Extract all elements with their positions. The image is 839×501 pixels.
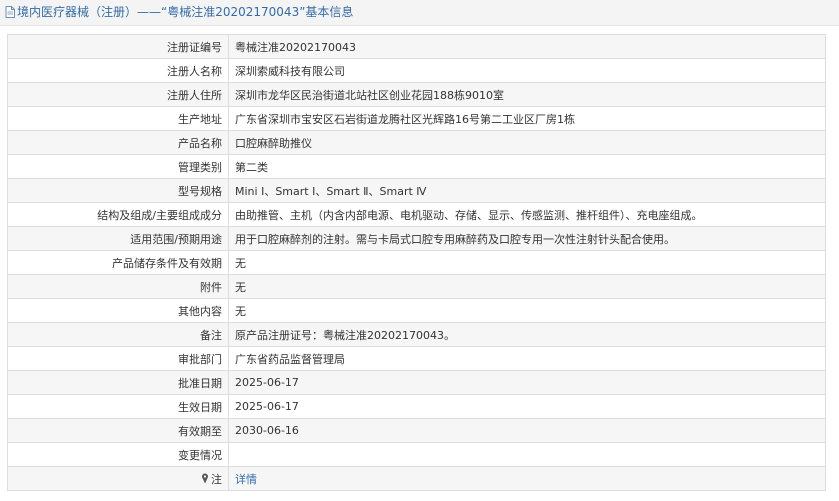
field-value: 深圳索威科技有限公司 — [228, 58, 826, 83]
table-row: 产品名称 口腔麻醉助推仪 — [7, 130, 826, 155]
table-row: 生效日期 2025-06-17 — [7, 394, 826, 419]
field-label: 型号规格 — [7, 178, 229, 203]
field-label: 注册证编号 — [7, 34, 229, 59]
field-label: 审批部门 — [7, 346, 229, 371]
field-label: 附件 — [7, 274, 229, 299]
field-value: 粤械注准20202170043 — [228, 34, 826, 59]
field-value: 广东省深圳市宝安区石岩街道龙腾社区光辉路16号第二工业区厂房1栋 — [228, 106, 826, 131]
table-row: 适用范围/预期用途 用于口腔麻醉剂的注射。需与卡局式口腔专用麻醉药及口腔专用一次性… — [7, 226, 826, 251]
field-value: 无 — [228, 274, 826, 299]
note-label: 注 — [211, 472, 222, 486]
field-label: 注册人住所 — [7, 82, 229, 107]
field-label: 结构及组成/主要组成成分 — [7, 202, 229, 227]
table-row: 产品储存条件及有效期无 — [7, 250, 826, 275]
field-value: 广东省药品监督管理局 — [228, 346, 826, 371]
field-label: 批准日期 — [7, 370, 229, 395]
field-value: 2025-06-17 — [228, 370, 826, 395]
details-link[interactable]: 详情 — [235, 473, 257, 486]
field-label: 管理类别 — [7, 154, 229, 179]
field-value: 2025-06-17 — [228, 394, 826, 419]
table-row: 注册人名称 深圳索威科技有限公司 — [7, 58, 826, 83]
field-value: 口腔麻醉助推仪 — [228, 130, 826, 155]
table-row: 批准日期 2025-06-17 — [7, 370, 826, 395]
field-label: 有效期至 — [7, 418, 229, 443]
note-label-cell: 注 — [7, 466, 229, 491]
field-value — [228, 442, 826, 467]
field-label: 生效日期 — [7, 394, 229, 419]
table-row: 审批部门 广东省药品监督管理局 — [7, 346, 826, 371]
field-label: 注册人名称 — [7, 58, 229, 83]
table-row: 注册人住所 深圳市龙华区民治街道北站社区创业花园188栋9010室 — [7, 82, 826, 107]
table-row: 结构及组成/主要组成成分 由助推管、主机（内含内部电源、电机驱动、存储、显示、传感… — [7, 202, 826, 227]
field-value: 无 — [228, 298, 826, 323]
page-header: 境内医疗器械（注册）——“粤械注准20202170043”基本信息 — [0, 0, 839, 26]
table-row: 变更情况 — [7, 442, 826, 467]
field-label: 适用范围/预期用途 — [7, 226, 229, 251]
table-row: 管理类别 第二类 — [7, 154, 826, 179]
field-label: 变更情况 — [7, 442, 229, 467]
field-label: 其他内容 — [7, 298, 229, 323]
note-value-cell: 详情 — [228, 466, 826, 491]
table-row: 注详情 — [7, 466, 826, 491]
field-label: 产品名称 — [7, 130, 229, 155]
page-edge — [832, 26, 839, 501]
field-label: 生产地址 — [7, 106, 229, 131]
document-icon — [5, 6, 15, 18]
pin-icon — [202, 473, 208, 483]
table-row: 备注 原产品注册证号：粤械注准20202170043。 — [7, 322, 826, 347]
field-value: 由助推管、主机（内含内部电源、电机驱动、存储、显示、传感监测、推杆组件）、充电座… — [228, 202, 826, 227]
field-label: 备注 — [7, 322, 229, 347]
table-row: 附件无 — [7, 274, 826, 299]
field-value: 无 — [228, 250, 826, 275]
field-label: 产品储存条件及有效期 — [7, 250, 229, 275]
table-row: 生产地址 广东省深圳市宝安区石岩街道龙腾社区光辉路16号第二工业区厂房1栋 — [7, 106, 826, 131]
field-value: 第二类 — [228, 154, 826, 179]
field-value: 深圳市龙华区民治街道北站社区创业花园188栋9010室 — [228, 82, 826, 107]
field-value: Mini Ⅰ、Smart Ⅰ、Smart Ⅱ、Smart Ⅳ — [228, 178, 826, 203]
field-value: 原产品注册证号：粤械注准20202170043。 — [228, 322, 826, 347]
table-row: 其他内容无 — [7, 298, 826, 323]
field-value: 用于口腔麻醉剂的注射。需与卡局式口腔专用麻醉药及口腔专用一次性注射针头配合使用。 — [228, 226, 826, 251]
table-row: 注册证编号 粤械注准20202170043 — [7, 34, 826, 59]
field-value: 2030-06-16 — [228, 418, 826, 443]
page-title: 境内医疗器械（注册）——“粤械注准20202170043”基本信息 — [17, 5, 354, 19]
table-row: 型号规格 Mini Ⅰ、Smart Ⅰ、Smart Ⅱ、Smart Ⅳ — [7, 178, 826, 203]
info-table: 注册证编号 粤械注准20202170043 注册人名称 深圳索威科技有限公司 注册人住所… — [7, 34, 826, 491]
table-row: 有效期至 2030-06-16 — [7, 418, 826, 443]
